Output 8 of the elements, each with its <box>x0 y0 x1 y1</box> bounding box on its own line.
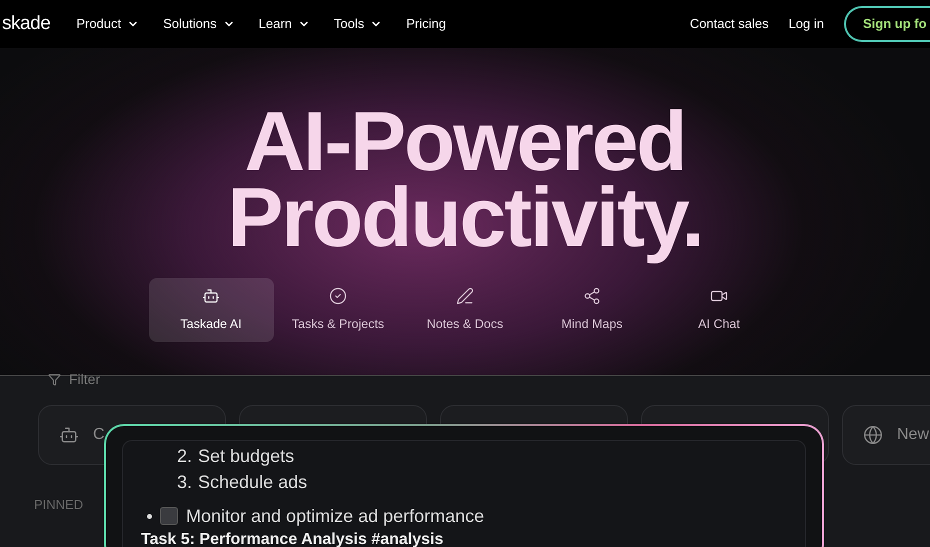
list-item-text: Set budgets <box>198 444 294 468</box>
list-number: 3. <box>177 470 192 494</box>
list-number: 2. <box>177 444 192 468</box>
list-item-text: Schedule ads <box>198 470 308 494</box>
hero-title: Productivity. <box>227 170 703 264</box>
task-heading: Task 5: Performance Analysis #analysis <box>141 531 444 547</box>
task-text: Monitor and optimize ad performance <box>186 504 484 528</box>
pinned-label: PINNED <box>34 496 84 514</box>
